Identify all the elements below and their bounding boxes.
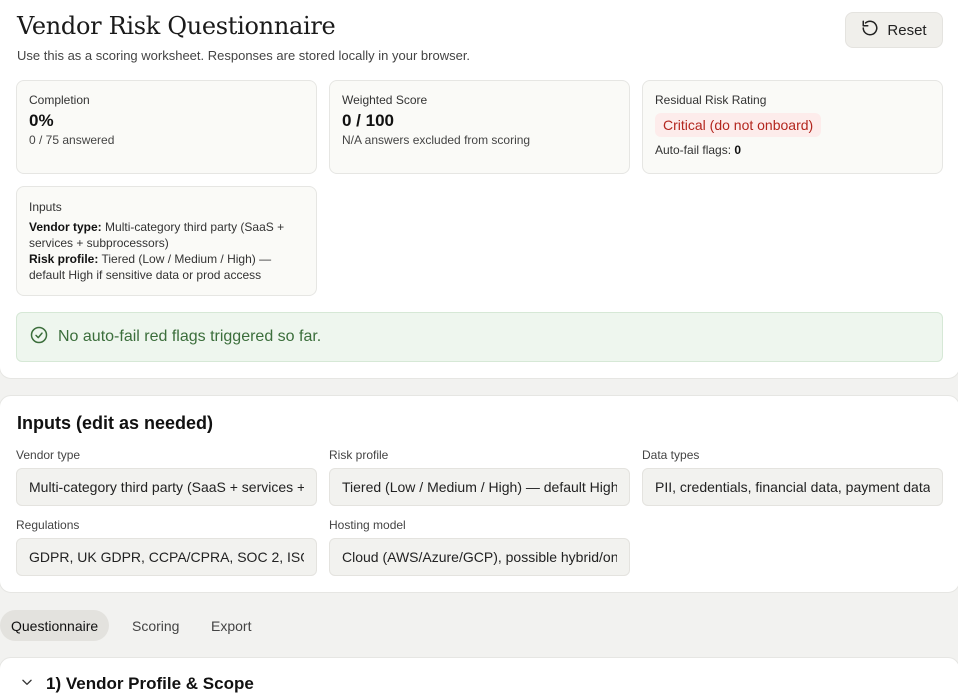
completion-value: 0%: [29, 111, 54, 130]
autofail-line: Auto-fail flags: 0: [655, 143, 930, 157]
tab-export[interactable]: Export: [200, 610, 262, 641]
vendor-type-summary: Vendor type: Multi-category third party …: [29, 219, 304, 251]
inputs-summary: Inputs Vendor type: Multi-category third…: [16, 186, 317, 296]
banner-text: No auto-fail red flags triggered so far.: [58, 328, 322, 345]
risk-profile-key: Risk profile:: [29, 252, 99, 266]
reset-label: Reset: [887, 21, 927, 39]
regulations-input[interactable]: [16, 538, 317, 576]
score-label: Weighted Score: [342, 93, 428, 107]
reset-button[interactable]: Reset: [845, 12, 943, 48]
risk-label: Residual Risk Rating: [655, 93, 767, 107]
data-types-input[interactable]: [642, 468, 943, 506]
vendor-type-input[interactable]: [16, 468, 317, 506]
completion-detail: 0 / 75 answered: [29, 133, 115, 147]
page-title: Vendor Risk Questionnaire: [17, 12, 336, 40]
reset-icon: [861, 19, 879, 41]
autofail-count: 0: [734, 143, 742, 157]
regulations-label: Regulations: [16, 518, 80, 532]
hosting-model-input[interactable]: [329, 538, 630, 576]
tab-questionnaire[interactable]: Questionnaire: [0, 610, 110, 641]
inputs-summary-label: Inputs: [29, 200, 62, 214]
score-stat: Weighted Score 0 / 100 N/A answers exclu…: [329, 80, 630, 174]
autofail-label: Auto-fail flags:: [655, 143, 732, 157]
score-detail: N/A answers excluded from scoring: [342, 133, 531, 147]
tab-scoring[interactable]: Scoring: [121, 610, 190, 641]
score-value: 0 / 100: [342, 111, 394, 130]
hosting-model-label: Hosting model: [329, 518, 406, 532]
completion-label: Completion: [29, 93, 90, 107]
risk-profile-label: Risk profile: [329, 448, 389, 462]
data-types-label: Data types: [642, 448, 700, 462]
risk-stat: Residual Risk Rating Critical (do not on…: [642, 80, 943, 174]
chevron-down-icon: [20, 674, 34, 694]
page-subtitle: Use this as a scoring worksheet. Respons…: [17, 48, 471, 63]
risk-badge: Critical (do not onboard): [655, 113, 822, 137]
risk-profile-summary: Risk profile: Tiered (Low / Medium / Hig…: [29, 251, 304, 283]
autofail-banner: No auto-fail red flags triggered so far.: [16, 312, 943, 362]
inputs-heading: Inputs (edit as needed): [17, 413, 214, 433]
section-header[interactable]: 1) Vendor Profile & Scope: [20, 674, 254, 694]
vendor-type-key: Vendor type:: [29, 220, 102, 234]
section-title: 1) Vendor Profile & Scope: [46, 674, 254, 693]
risk-profile-input[interactable]: [329, 468, 630, 506]
vendor-type-label: Vendor type: [16, 448, 81, 462]
completion-stat: Completion 0% 0 / 75 answered: [16, 80, 317, 174]
check-circle-icon: [30, 326, 48, 349]
